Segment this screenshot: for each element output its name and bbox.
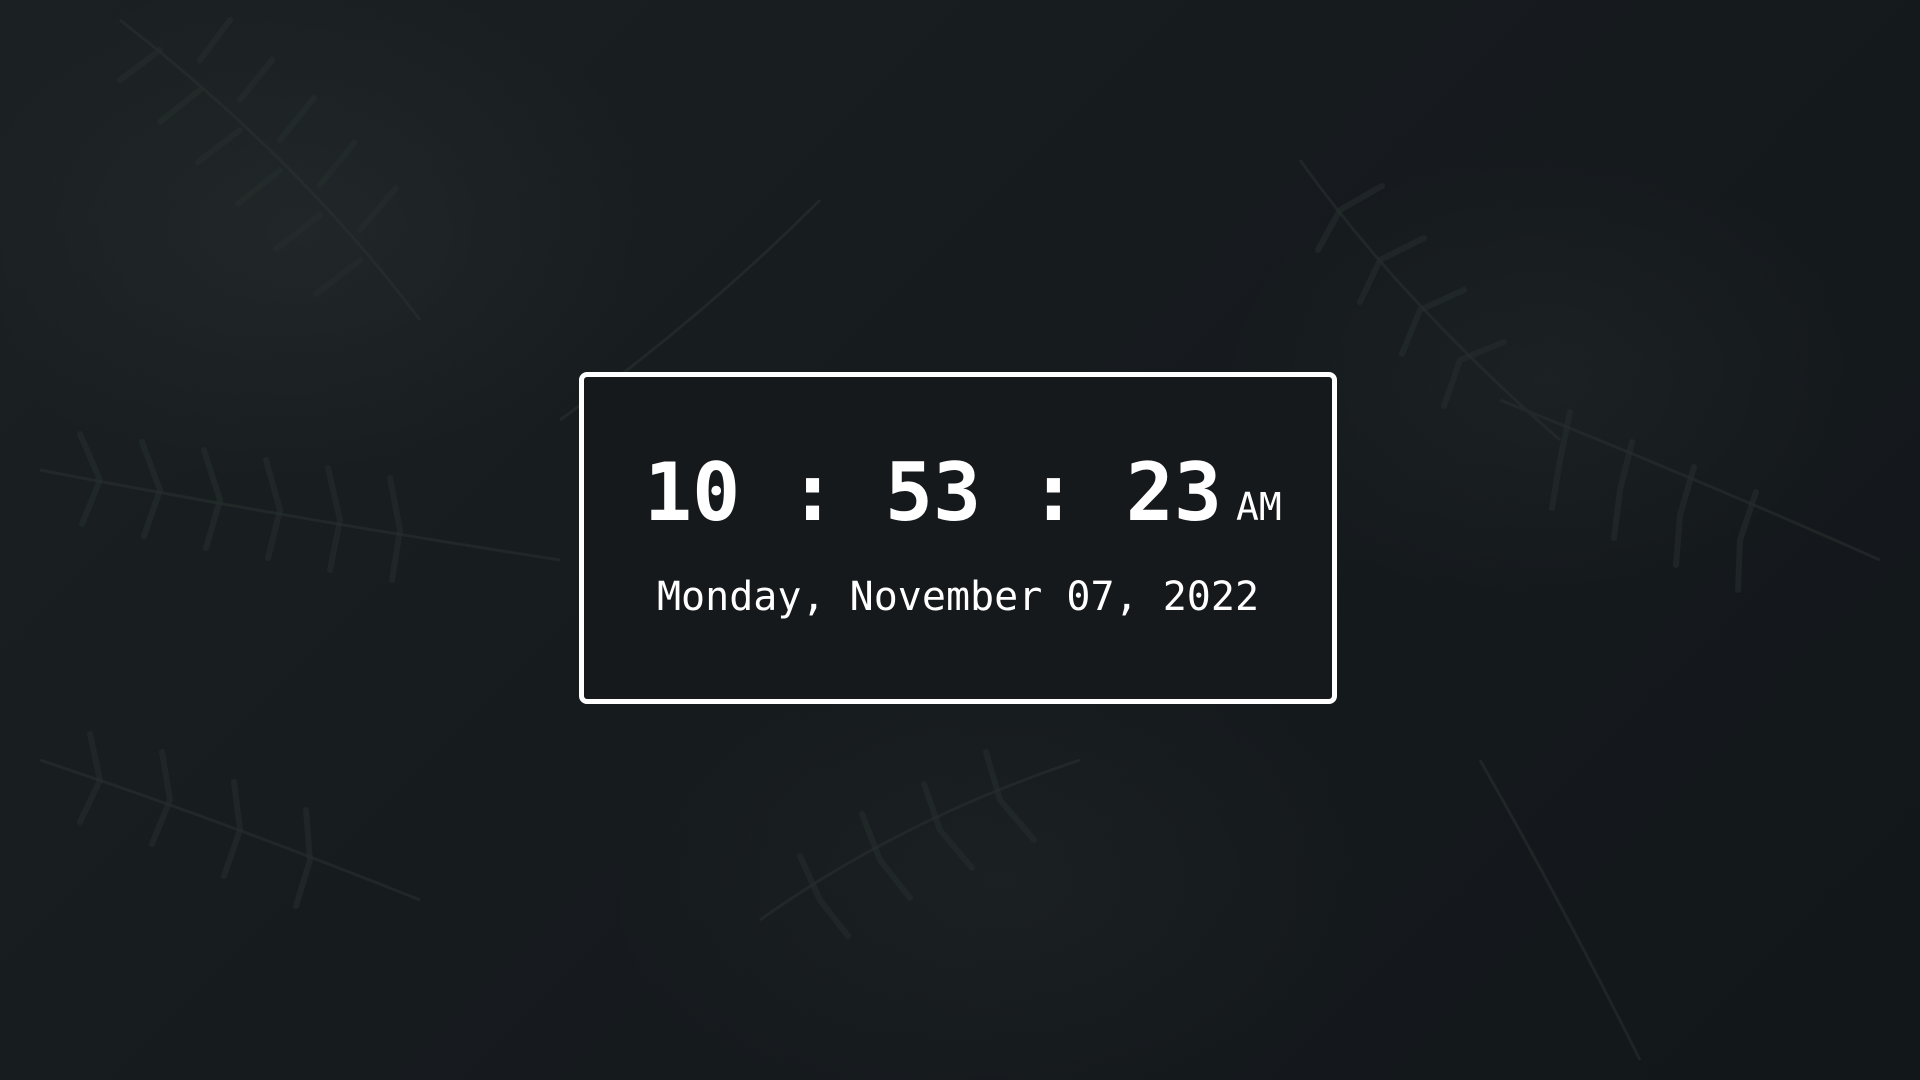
minutes: 53: [884, 446, 982, 539]
time-display: 10 : 53 : 23 AM: [644, 453, 1294, 533]
time-separator: :: [1029, 446, 1078, 539]
seconds: 23: [1125, 446, 1223, 539]
meridiem: AM: [1236, 485, 1282, 529]
hours: 10: [644, 446, 741, 539]
clock-card: 10 : 53 : 23 AM Monday, November 07, 2022: [579, 372, 1337, 704]
time-separator: :: [788, 446, 837, 539]
date-display: Monday, November 07, 2022: [656, 574, 1260, 620]
